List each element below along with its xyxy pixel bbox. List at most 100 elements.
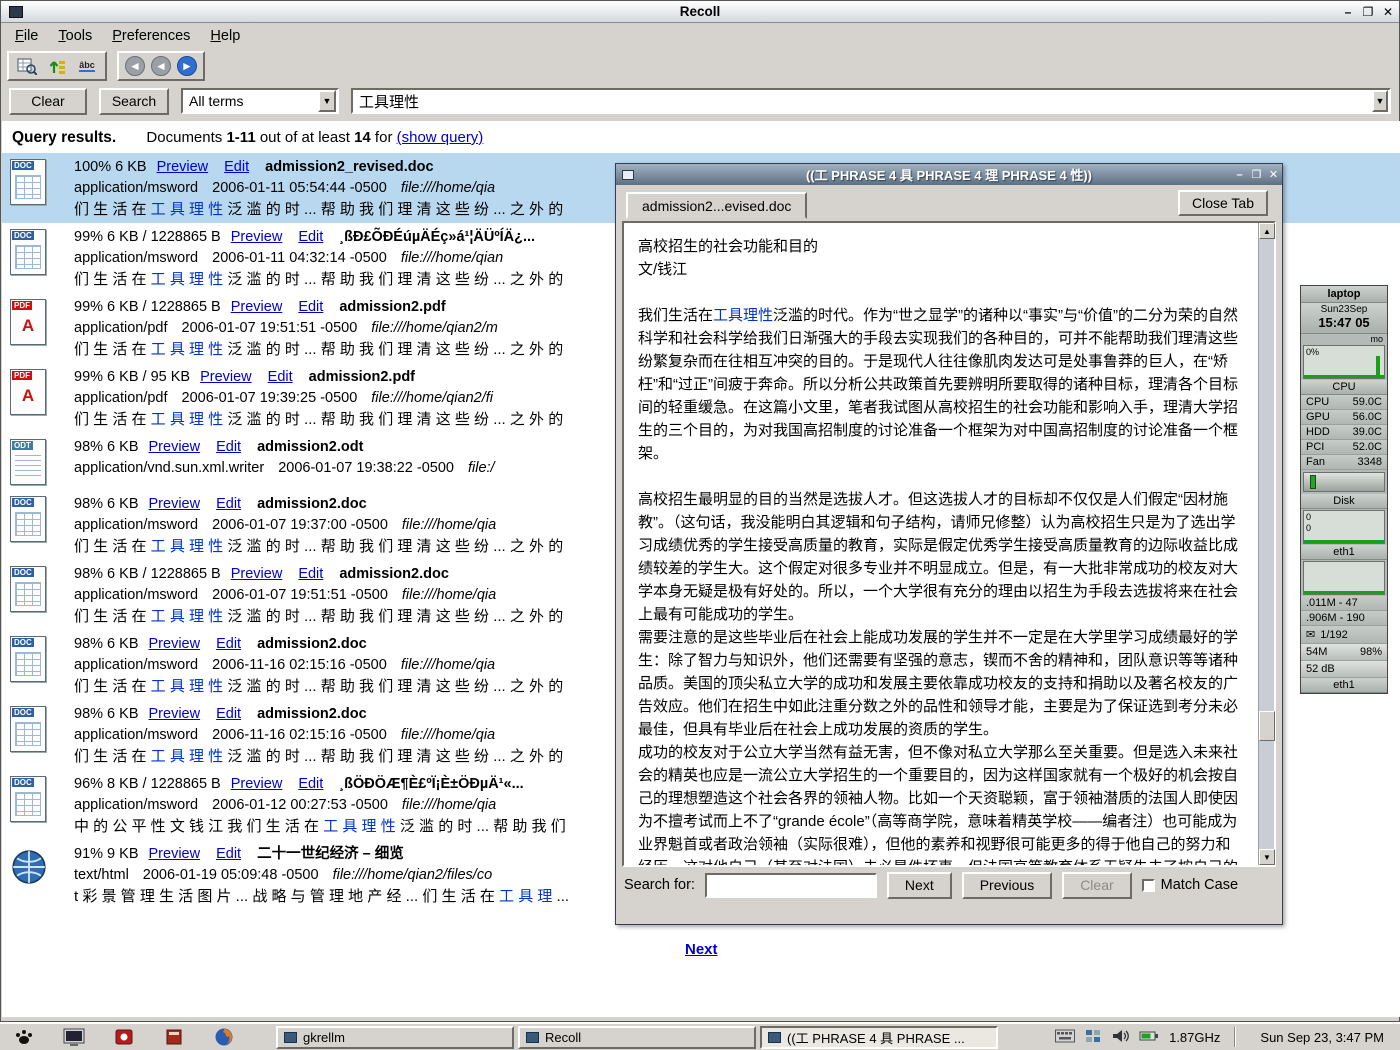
- result-edit-link[interactable]: Edit: [224, 159, 249, 175]
- toolbar-group-left: âbc: [7, 51, 107, 81]
- query-fragments-icon[interactable]: [15, 55, 39, 77]
- gkrellm-monitor[interactable]: laptop Sun23Sep 15:47 05 mo 0% CPU CPU59…: [1300, 285, 1388, 694]
- result-preview-link[interactable]: Preview: [231, 566, 283, 582]
- highlighted-term: 工 具 理 性: [323, 818, 396, 835]
- doc-byline: 文/钱江: [638, 258, 1244, 281]
- result-preview-link[interactable]: Preview: [231, 776, 283, 792]
- result-edit-link[interactable]: Edit: [298, 566, 323, 582]
- result-preview-link[interactable]: Preview: [149, 846, 201, 862]
- search-input[interactable]: [353, 91, 1372, 111]
- net-totals-1: .011M - 47: [1301, 596, 1387, 611]
- find-previous-button[interactable]: Previous: [962, 872, 1052, 899]
- prev-page-icon[interactable]: ◄: [151, 56, 171, 76]
- cpu-percent: 0%: [1306, 347, 1319, 357]
- scrollbar-thumb[interactable]: [1259, 711, 1275, 741]
- preview-close-icon[interactable]: ✕: [1265, 167, 1282, 182]
- preview-tab[interactable]: admission2...evised.doc: [626, 192, 807, 219]
- first-page-icon[interactable]: ◄: [125, 56, 145, 76]
- taskbar-task-button[interactable]: ((工 PHRASE 4 具 PHRASE ...: [760, 1026, 998, 1049]
- term-explorer-icon[interactable]: âbc: [75, 55, 99, 77]
- result-edit-link[interactable]: Edit: [298, 229, 323, 245]
- result-edit-link[interactable]: Edit: [216, 439, 241, 455]
- result-date: 2006-11-16 02:15:16 -0500: [212, 657, 387, 673]
- match-case-option[interactable]: Match Case: [1142, 877, 1238, 893]
- match-case-checkbox[interactable]: [1142, 879, 1155, 892]
- next-page-icon[interactable]: ►: [177, 56, 197, 76]
- result-preview-link[interactable]: Preview: [149, 636, 201, 652]
- menu-tools[interactable]: Tools: [48, 25, 102, 47]
- result-preview-link[interactable]: Preview: [157, 159, 209, 175]
- find-clear-button[interactable]: Clear: [1062, 872, 1131, 899]
- clear-button[interactable]: Clear: [9, 88, 87, 115]
- close-tab-button[interactable]: Close Tab: [1178, 190, 1268, 216]
- search-button[interactable]: Search: [99, 88, 169, 115]
- preview-scrollbar[interactable]: ▲ ▼: [1258, 223, 1274, 865]
- cpu-chart: 0%: [1303, 345, 1385, 379]
- chevron-down-icon[interactable]: ▼: [318, 90, 336, 112]
- search-mode-select[interactable]: All terms ▼: [181, 88, 339, 114]
- result-edit-link[interactable]: Edit: [216, 636, 241, 652]
- result-edit-link[interactable]: Edit: [216, 706, 241, 722]
- result-date: 2006-01-07 19:51:51 -0500: [212, 587, 388, 603]
- result-preview-link[interactable]: Preview: [149, 496, 201, 512]
- result-filename: admission2.pdf: [339, 299, 445, 315]
- result-edit-link[interactable]: Edit: [298, 776, 323, 792]
- result-edit-link[interactable]: Edit: [216, 846, 241, 862]
- file-type-icon: PDFA: [10, 297, 74, 361]
- window-icon: [768, 1032, 781, 1043]
- highlighted-term: 工 具 理 性: [151, 538, 224, 555]
- firefox-launcher-icon[interactable]: [212, 1026, 236, 1048]
- result-url: file:///home/qia: [401, 727, 495, 743]
- preview-document-text[interactable]: 高校招生的社会功能和目的 文/钱江 我们生活在工具理性泛滥的时代。作为“世之显学…: [624, 223, 1258, 865]
- result-edit-link[interactable]: Edit: [268, 369, 293, 385]
- preview-titlebar[interactable]: ((工 PHRASE 4 具 PHRASE 4 理 PHRASE 4 性)) –…: [616, 164, 1282, 185]
- keyboard-layout-icon[interactable]: [1055, 1029, 1075, 1046]
- maximize-icon[interactable]: ❐: [1359, 4, 1377, 20]
- result-preview-link[interactable]: Preview: [200, 369, 252, 385]
- result-edit-link[interactable]: Edit: [298, 299, 323, 315]
- query-history-arrow-icon[interactable]: ▼: [1372, 90, 1388, 112]
- preview-maximize-icon[interactable]: ❐: [1248, 167, 1265, 182]
- net-totals-2: .906M - 190: [1301, 611, 1387, 626]
- input-method-icon[interactable]: [1085, 1029, 1101, 1046]
- taskbar-task-button[interactable]: Recoll: [518, 1026, 756, 1049]
- result-preview-link[interactable]: Preview: [231, 299, 283, 315]
- red-book-launcher-icon[interactable]: [162, 1026, 186, 1048]
- battery-icon[interactable]: [1139, 1029, 1159, 1045]
- window-titlebar[interactable]: Recoll – ❐ ✕: [1, 1, 1399, 23]
- result-preview-link[interactable]: Preview: [149, 439, 201, 455]
- menu-help[interactable]: Help: [200, 25, 250, 47]
- gkrellm-hostname: laptop: [1301, 286, 1387, 303]
- terminal-launcher-icon[interactable]: [62, 1026, 86, 1048]
- next-page-link[interactable]: Next: [685, 941, 718, 958]
- result-preview-link[interactable]: Preview: [149, 706, 201, 722]
- volume-icon[interactable]: [1111, 1028, 1129, 1047]
- close-icon[interactable]: ✕: [1379, 4, 1397, 20]
- highlighted-term: 工具理性: [713, 307, 773, 324]
- taskbar-task-button[interactable]: gkrellm: [276, 1026, 514, 1049]
- doc-paragraph-1: 我们生活在工具理性泛滥的时代。作为“世之显学”的诸种以“事实”与“价值”的二分为…: [638, 304, 1244, 465]
- claw-launcher-icon[interactable]: [12, 1026, 36, 1048]
- result-edit-link[interactable]: Edit: [216, 496, 241, 512]
- doc-paragraph-3: 需要注意的是这些毕业后在社会上能成功发展的学生并不一定是在大学里学习成绩最好的学…: [638, 626, 1244, 741]
- sort-icon[interactable]: [45, 55, 69, 77]
- preview-minimize-icon[interactable]: –: [1231, 167, 1248, 182]
- minimize-icon[interactable]: –: [1339, 4, 1357, 20]
- scroll-down-icon[interactable]: ▼: [1259, 849, 1275, 865]
- red-app-launcher-icon[interactable]: [112, 1026, 136, 1048]
- mail-count: 1/192: [1320, 629, 1348, 641]
- window-icon: [284, 1032, 297, 1043]
- show-query-link[interactable]: (show query): [397, 129, 484, 146]
- result-url: file:///home/qia: [401, 657, 495, 673]
- menu-file[interactable]: File: [5, 25, 48, 47]
- result-date: 2006-01-07 19:37:00 -0500: [212, 517, 388, 533]
- result-score-size: 99% 6 KB / 1228865 B: [74, 299, 221, 315]
- result-filename: admission2.doc: [257, 496, 367, 512]
- find-input[interactable]: [705, 873, 877, 898]
- result-preview-link[interactable]: Preview: [231, 229, 283, 245]
- scroll-up-icon[interactable]: ▲: [1259, 223, 1275, 239]
- odt-file-icon: ODT: [10, 439, 46, 485]
- result-mimetype: application/msword: [74, 587, 198, 603]
- menu-preferences[interactable]: Preferences: [102, 25, 200, 47]
- find-next-button[interactable]: Next: [887, 872, 952, 899]
